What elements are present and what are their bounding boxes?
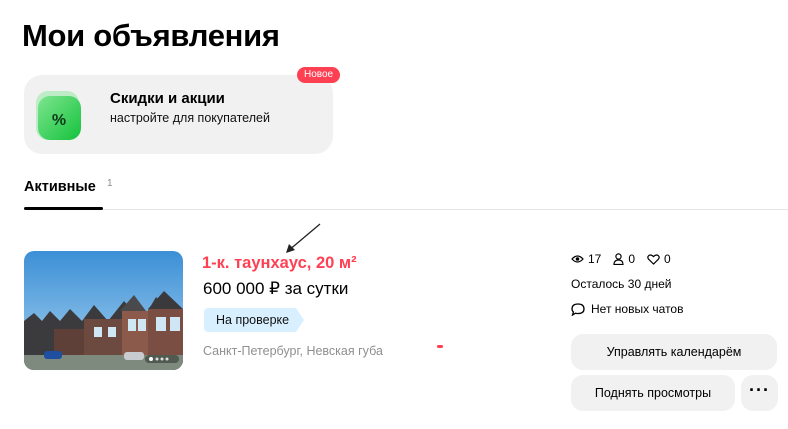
discount-icon: %: [36, 91, 81, 140]
red-mark: [437, 345, 443, 348]
chat-bubble-icon: [571, 302, 585, 316]
promo-title: Скидки и акции: [110, 90, 225, 107]
tab-active[interactable]: Активные: [24, 179, 96, 195]
tab-active-indicator: [24, 207, 103, 210]
promo-card-discounts[interactable]: % Скидки и акции настройте для покупател…: [24, 75, 333, 154]
new-badge: Новое: [297, 67, 341, 83]
svg-text:%: %: [52, 112, 66, 129]
person-icon: [613, 253, 624, 265]
listing-photo[interactable]: [24, 251, 183, 370]
heart-icon: [647, 253, 660, 265]
annotation-arrow-icon: [286, 223, 321, 253]
days-left: Осталось 30 дней: [571, 277, 672, 291]
listing-address: Санкт-Петербург, Невская губа: [203, 344, 383, 358]
townhouse-photo-icon: [24, 251, 183, 370]
chats-label: Нет новых чатов: [591, 302, 684, 316]
manage-calendar-button[interactable]: Управлять календарём: [571, 334, 777, 370]
boost-views-button[interactable]: Поднять просмотры: [571, 375, 735, 411]
favorites-count: 0: [628, 252, 636, 266]
eye-icon: [571, 255, 584, 263]
tab-active-count: 1: [107, 178, 113, 189]
likes-count: 0: [664, 252, 671, 266]
favorites-stat: 0: [613, 252, 635, 266]
promo-subtitle: настройте для покупателей: [110, 111, 270, 125]
views-count: 17: [588, 252, 602, 266]
tabs-divider: [24, 209, 788, 210]
likes-stat: 0: [647, 252, 671, 266]
listing-stats: 17 0 0: [571, 252, 683, 266]
page-title: Мои объявления: [22, 18, 280, 53]
listing-title[interactable]: 1-к. таунхаус, 20 м²: [202, 254, 357, 273]
status-badge: На проверке: [204, 308, 304, 332]
more-options-button[interactable]: ···: [741, 375, 778, 411]
listing-price: 600 000 ₽ за сутки: [203, 279, 349, 298]
views-stat: 17: [571, 252, 601, 266]
chats-status[interactable]: Нет новых чатов: [571, 302, 683, 316]
